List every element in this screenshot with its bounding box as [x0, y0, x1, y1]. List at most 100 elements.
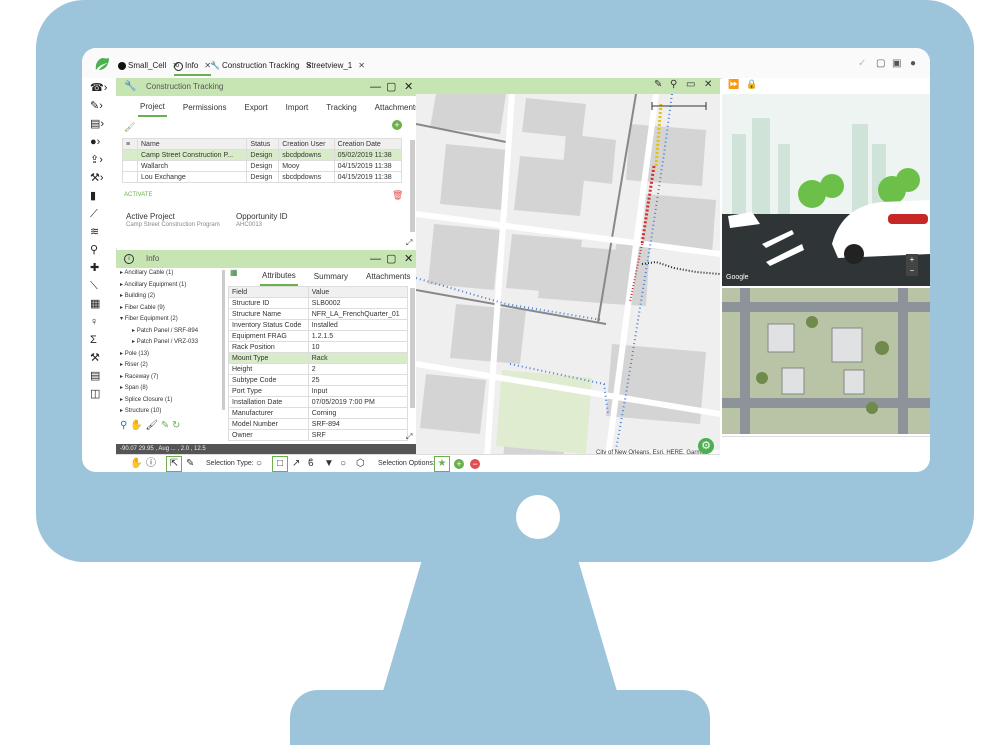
tab-info[interactable]: i Info ✕ [174, 58, 212, 76]
subtab-tracking[interactable]: Tracking [324, 99, 358, 116]
magic-wand-icon[interactable]: ⟋ [90, 206, 112, 222]
table-row[interactable]: Inventory Status Code Installed [228, 319, 409, 331]
circle-icon[interactable]: ○ [340, 455, 346, 472]
map-canvas[interactable] [416, 94, 720, 472]
pencil-icon[interactable]: ✎› [90, 98, 112, 114]
circle-icon[interactable]: ●› [90, 134, 112, 150]
subtab-export[interactable]: Export [242, 99, 269, 116]
gear-icon[interactable]: ⚙ [698, 438, 714, 454]
maximize-icon[interactable]: ▢ [386, 78, 396, 96]
trash-icon[interactable]: 🗑 [392, 190, 403, 201]
lasso-icon[interactable]: ϐ [308, 455, 314, 472]
scrollbar[interactable] [410, 288, 415, 408]
hand-icon[interactable]: ✋ [130, 455, 142, 472]
map-view[interactable]: City of New Orleans, Esri, HERE, Garmin,… [416, 94, 720, 472]
table-row[interactable]: Rack Position 10 [228, 341, 409, 353]
table-row[interactable]: Owner SRF [228, 429, 409, 441]
table-row[interactable]: Installation Date 07/05/2019 7:00 PM [228, 396, 409, 408]
panel-icon[interactable]: ▤› [90, 116, 112, 132]
window-icon[interactable]: ▭ [686, 79, 695, 90]
subtab-permissions[interactable]: Permissions [181, 99, 229, 116]
brush-icon[interactable]: 🖌 [145, 420, 158, 431]
table-row[interactable]: Lou Exchange Design sbcdpdowns 04/15/201… [122, 171, 403, 183]
remove-icon[interactable]: − [470, 459, 480, 469]
column-header[interactable]: Name [136, 138, 248, 150]
subtab-attachments[interactable]: Attachments [364, 268, 412, 285]
tree-item[interactable]: ▸ Pole (13) [118, 349, 222, 361]
column-header[interactable]: Creation User [278, 138, 335, 150]
table-row[interactable]: Height 2 [228, 363, 409, 375]
close-icon[interactable]: ✕ [404, 250, 413, 268]
streetview-panel[interactable]: Google + − [722, 94, 930, 286]
layers-icon[interactable]: ≋ [90, 224, 112, 240]
puzzle-icon[interactable]: ✚ [90, 260, 112, 276]
phone-icon[interactable]: ☎› [90, 80, 112, 96]
circle-select-icon[interactable]: ○ [256, 455, 262, 472]
table-row[interactable]: Structure Name NFR_LA_FrenchQuarter_01 [228, 308, 409, 320]
tree-item[interactable]: ▸ Span (8) [118, 383, 222, 395]
database-icon[interactable]: ◫ [90, 386, 112, 402]
add-icon[interactable]: + [392, 120, 402, 130]
tree-item[interactable]: ▸ Splice Closure (1) [118, 395, 222, 407]
table-row[interactable]: Camp Street Construction P... Design sbc… [122, 149, 403, 161]
pencil-icon[interactable]: ✎ [186, 455, 194, 472]
refresh-icon[interactable]: ↻ [172, 420, 180, 431]
ruler-icon[interactable]: ⟍ [90, 278, 112, 294]
excel-icon[interactable]: ▦ [90, 296, 112, 312]
pencil-icon[interactable]: ✎ [161, 420, 169, 431]
lightbulb-icon[interactable]: ♀ [90, 314, 112, 330]
scrollbar[interactable] [222, 270, 225, 410]
subtab-attributes[interactable]: Attributes [260, 267, 298, 286]
table-row[interactable]: Port Type Input [228, 385, 409, 397]
maximize-icon[interactable]: ▢ [386, 250, 396, 268]
tree-item[interactable]: ▸ Raceway (7) [118, 372, 222, 384]
zoom-control[interactable]: + − [906, 254, 918, 276]
tree-item[interactable]: ▸ Ancillary Equipment (1) [118, 280, 222, 292]
scrollbar[interactable] [410, 140, 415, 232]
subtab-attachments[interactable]: Attachments [373, 99, 421, 116]
column-header[interactable]: Status [246, 138, 280, 150]
lock-icon[interactable]: 🔒 [746, 79, 757, 90]
tree-item[interactable]: ▸ Patch Panel / SRF-894 [118, 326, 222, 338]
user-icon[interactable]: ● [910, 58, 916, 69]
subtab-import[interactable]: Import [284, 99, 311, 116]
expand-icon[interactable]: ⤢ [406, 238, 412, 248]
chat-icon[interactable]: ▣ [892, 58, 901, 69]
expand-icon[interactable]: ⤢ [406, 432, 412, 442]
minimize-icon[interactable]: — [370, 78, 381, 96]
excel-icon[interactable]: ▦ [230, 268, 238, 277]
add-icon[interactable]: + [454, 459, 464, 469]
tools-icon[interactable]: ⚒ [90, 350, 112, 366]
aerial-view-panel[interactable] [722, 288, 930, 434]
tab-streetview[interactable]: Streetview_1 ✕ [306, 58, 365, 74]
tree-item[interactable]: ▸ Structure (10) [118, 406, 222, 418]
wrench-icon[interactable]: ⚒› [90, 170, 112, 186]
tab-construction-tracking[interactable]: 🔧 Construction Tracking ✕ [210, 58, 312, 74]
close-icon[interactable]: ✕ [704, 79, 712, 90]
table-row[interactable]: Wallarch Design Mooy 04/15/2019 11:38 [122, 160, 403, 172]
menu-icon[interactable]: ≡ [122, 138, 138, 150]
hand-icon[interactable]: ✋ [130, 420, 142, 431]
tree-item[interactable]: ▾ Fiber Equipment (2) [118, 314, 222, 326]
star-icon[interactable]: ★ [434, 456, 450, 472]
window-icon[interactable]: ▢ [876, 58, 885, 69]
subtab-project[interactable]: Project [138, 98, 167, 117]
tree-item[interactable]: ▸ Ancillary Cable (1) [118, 268, 222, 280]
fast-forward-icon[interactable]: ⏩ [728, 79, 739, 90]
close-icon[interactable]: ✕ [358, 58, 365, 74]
tab-small-cell[interactable]: Small_Cell ✕ [118, 58, 179, 74]
line-select-icon[interactable]: ↗ [292, 455, 300, 472]
tree-item[interactable]: ▸ Fiber Cable (9) [118, 303, 222, 315]
select-arrow-icon[interactable]: ⇱ [166, 456, 182, 472]
column-header[interactable]: Value [307, 286, 409, 298]
search-icon[interactable]: ⚲ [120, 420, 127, 431]
search-icon[interactable]: ⚲ [670, 79, 677, 90]
rectangle-select-icon[interactable]: □ [272, 456, 288, 472]
tree-item[interactable]: ▸ Riser (2) [118, 360, 222, 372]
upload-icon[interactable]: ⇪› [90, 152, 112, 168]
column-header[interactable]: Field [228, 286, 309, 298]
filter-icon[interactable]: ▼ [324, 455, 334, 472]
save-icon[interactable]: ▮ [90, 188, 112, 204]
table-row[interactable]: Mount Type Rack [228, 352, 409, 364]
info-icon[interactable]: ⓘ [146, 455, 156, 472]
